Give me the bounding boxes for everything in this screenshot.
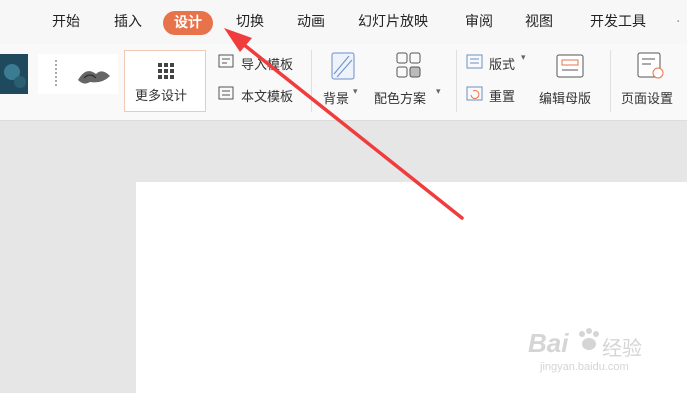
annotation-arrow-icon — [224, 28, 464, 220]
